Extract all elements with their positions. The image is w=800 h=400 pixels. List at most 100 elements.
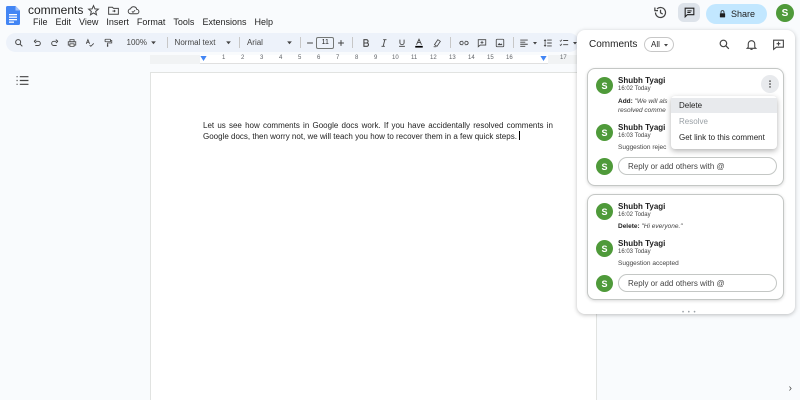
line-spacing-button[interactable] xyxy=(539,33,557,52)
ruler-tick: 16 xyxy=(506,55,513,61)
comment-author: Shubh Tyagi xyxy=(618,239,666,248)
document-body[interactable]: Let us see how comments in Google docs w… xyxy=(203,120,553,142)
avatar: S xyxy=(596,124,613,141)
menu-item-resolve[interactable]: Resolve xyxy=(671,114,777,129)
share-label: Share xyxy=(730,9,756,19)
avatar: S xyxy=(596,240,613,257)
print-button[interactable] xyxy=(63,33,81,52)
version-history-icon[interactable] xyxy=(653,5,668,20)
more-options-button[interactable] xyxy=(761,75,779,93)
menu-help[interactable]: Help xyxy=(250,17,277,27)
comment-time: 16:02 Today xyxy=(618,86,651,92)
menu-format[interactable]: Format xyxy=(133,17,170,27)
ruler-tick: 11 xyxy=(411,55,418,61)
move-folder-icon[interactable] xyxy=(107,4,120,17)
paint-format-icon xyxy=(104,38,113,47)
search-menus-button[interactable] xyxy=(10,33,28,52)
document-title[interactable]: comments xyxy=(28,3,83,17)
ruler-tick: 5 xyxy=(298,55,302,61)
avatar: S xyxy=(596,77,613,94)
paragraph-style-select[interactable]: Normal text xyxy=(172,33,235,52)
document-body-text: Let us see how comments in Google docs w… xyxy=(203,121,553,141)
comment-time: 16:02 Today xyxy=(618,212,651,218)
horizontal-ruler[interactable]: 1 2 3 4 5 6 7 8 9 10 11 12 13 14 15 16 1… xyxy=(150,55,580,64)
highlight-color-button[interactable] xyxy=(428,33,446,52)
star-icon[interactable] xyxy=(87,4,100,17)
increase-font-size-button[interactable] xyxy=(334,33,348,52)
menu-edit[interactable]: Edit xyxy=(52,17,76,27)
font-select[interactable]: Arial xyxy=(244,33,296,52)
menu-insert[interactable]: Insert xyxy=(102,17,133,27)
spellcheck-button[interactable] xyxy=(81,33,99,52)
comment-history-button[interactable] xyxy=(678,3,700,22)
zoom-select[interactable]: 100% xyxy=(121,33,163,52)
comment-time: 16:03 Today xyxy=(618,249,651,255)
account-avatar[interactable]: S xyxy=(776,4,794,22)
ruler-tick: 12 xyxy=(430,55,437,61)
avatar: S xyxy=(596,158,613,175)
minus-icon xyxy=(307,42,314,43)
add-comment-icon[interactable] xyxy=(772,38,785,51)
undo-button[interactable] xyxy=(28,33,46,52)
align-select[interactable] xyxy=(518,33,540,52)
search-icon xyxy=(15,38,23,47)
spellcheck-icon xyxy=(86,38,95,47)
chevron-right-icon[interactable]: › xyxy=(789,383,792,394)
decrease-font-size-button[interactable] xyxy=(304,33,316,52)
ruler-tick: 1 xyxy=(222,55,226,61)
comments-panel-title: Comments xyxy=(589,39,638,50)
search-icon[interactable] xyxy=(718,38,731,51)
menu-view[interactable]: View xyxy=(75,17,102,27)
italic-icon xyxy=(381,38,387,47)
redo-icon xyxy=(50,38,58,46)
cloud-status-icon[interactable] xyxy=(127,4,140,17)
menu-extensions[interactable]: Extensions xyxy=(198,17,250,27)
undo-icon xyxy=(33,38,41,46)
menu-item-get-link[interactable]: Get link to this comment xyxy=(671,130,777,145)
underline-button[interactable] xyxy=(393,33,411,52)
menu-bar: File Edit View Insert Format Tools Exten… xyxy=(29,17,277,27)
right-indent-marker-icon[interactable] xyxy=(540,56,547,61)
menu-tools[interactable]: Tools xyxy=(169,17,198,27)
docs-logo-icon[interactable] xyxy=(6,6,20,25)
font-size-input[interactable]: 11 xyxy=(316,36,335,49)
font-value: Arial xyxy=(246,38,263,47)
toolbar-divider xyxy=(512,37,514,48)
zoom-value: 100% xyxy=(126,38,147,47)
chevron-down-icon xyxy=(226,41,231,45)
share-button[interactable]: Share xyxy=(706,4,767,24)
menu-item-delete[interactable]: Delete xyxy=(671,98,777,113)
paint-format-button[interactable] xyxy=(99,33,117,52)
ruler-tick: 4 xyxy=(279,55,283,61)
comments-filter-value: All xyxy=(651,40,660,49)
left-indent-marker-icon[interactable] xyxy=(200,56,207,61)
text-color-icon xyxy=(415,37,424,48)
comment-time: 16:03 Today xyxy=(618,133,651,139)
insert-image-button[interactable] xyxy=(491,33,509,52)
toolbar-divider xyxy=(299,37,301,48)
comment-author: Shubh Tyagi xyxy=(618,76,666,85)
text-color-button[interactable] xyxy=(411,33,429,52)
plus-icon xyxy=(338,39,345,46)
reply-input[interactable]: Reply or add others with @ xyxy=(618,157,777,175)
bold-button[interactable] xyxy=(357,33,375,52)
italic-button[interactable] xyxy=(375,33,393,52)
redo-button[interactable] xyxy=(46,33,64,52)
bold-icon xyxy=(363,38,369,47)
toolbar-divider xyxy=(166,37,168,48)
ruler-margin-left xyxy=(150,55,200,64)
add-comment-button[interactable] xyxy=(473,33,491,52)
text-cursor xyxy=(518,131,520,140)
document-outline-icon[interactable] xyxy=(16,75,29,86)
notification-bell-icon[interactable] xyxy=(745,38,758,51)
suggestion-quote: "We will als xyxy=(634,98,668,105)
more-vert-icon xyxy=(769,80,771,88)
insert-link-button[interactable] xyxy=(455,33,473,52)
comments-filter-select[interactable]: All xyxy=(644,37,674,52)
reply-input[interactable]: Reply or add others with @ xyxy=(618,274,777,292)
checklist-select[interactable] xyxy=(557,33,579,52)
comment-thread[interactable]: S Shubh Tyagi 16:02 Today Delete: "Hi ev… xyxy=(587,194,784,300)
panel-resize-handle[interactable]: • • • xyxy=(682,310,697,316)
comment-author: Shubh Tyagi xyxy=(618,202,666,211)
menu-file[interactable]: File xyxy=(29,17,52,27)
